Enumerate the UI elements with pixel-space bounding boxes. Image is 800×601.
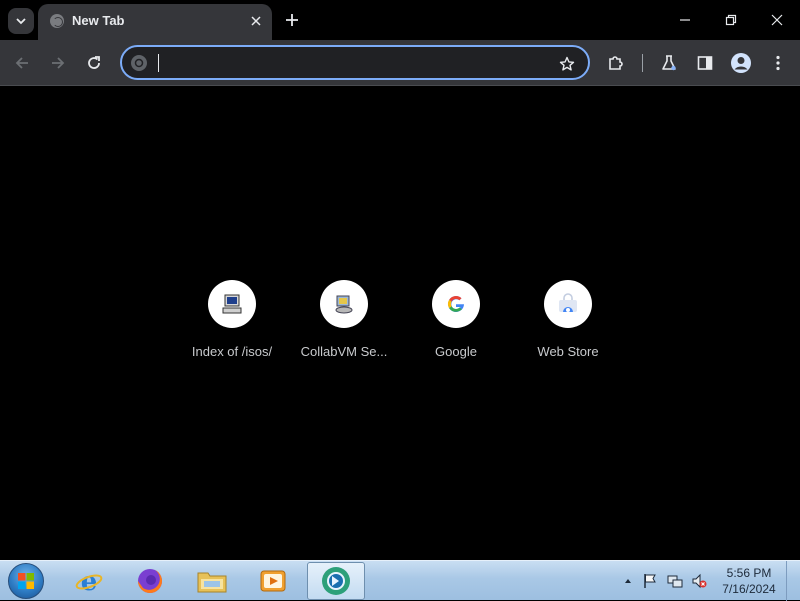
svg-text:e: e: [81, 567, 98, 596]
extensions-button[interactable]: [602, 49, 630, 77]
speaker-muted-icon: [692, 573, 707, 589]
chevron-down-icon: [16, 18, 26, 25]
shortcut-tile[interactable]: Index of /isos/: [176, 277, 288, 367]
close-icon: [251, 16, 261, 26]
address-input[interactable]: [156, 51, 546, 74]
minimize-icon: [680, 19, 690, 21]
close-window-button[interactable]: [754, 0, 800, 40]
action-center-icon[interactable]: [642, 573, 658, 589]
tab-close-button[interactable]: [246, 11, 266, 31]
taskbar: e 5:56 PM 7/16/2024: [0, 560, 800, 601]
chrome-page-icon-glyph: [134, 58, 144, 68]
labs-button[interactable]: [655, 49, 683, 77]
chrome-page-icon: [131, 55, 147, 71]
back-button[interactable]: [8, 49, 36, 77]
avatar-icon: [731, 53, 751, 73]
restore-icon: [725, 14, 737, 26]
show-hidden-icons-button[interactable]: [620, 573, 636, 589]
windows-logo-icon: [8, 563, 44, 599]
puzzle-icon: [609, 56, 623, 70]
tab-title: New Tab: [72, 13, 125, 28]
kebab-menu-icon: [776, 55, 780, 71]
chrome-icon: [322, 567, 350, 595]
taskbar-internet-explorer[interactable]: e: [60, 562, 118, 600]
shortcut-tile[interactable]: Web Store: [512, 277, 624, 367]
clock-time: 5:56 PM: [726, 566, 772, 580]
web-store-icon: [559, 293, 577, 312]
close-icon: [771, 14, 783, 26]
arrow-right-icon: [52, 57, 65, 69]
minimize-button[interactable]: [662, 0, 708, 40]
taskbar-chrome[interactable]: [307, 562, 365, 600]
shortcut-icon-container: [544, 280, 592, 328]
show-desktop-button[interactable]: [786, 561, 800, 601]
profile-button[interactable]: [727, 49, 755, 77]
arrow-left-icon: [15, 57, 28, 69]
system-clock[interactable]: 5:56 PM 7/16/2024: [718, 565, 780, 597]
text-cursor: [158, 54, 159, 72]
menu-button[interactable]: [764, 49, 792, 77]
media-player-icon: [260, 570, 286, 592]
forward-button[interactable]: [44, 49, 72, 77]
start-button[interactable]: [6, 562, 46, 600]
google-g-icon: [448, 296, 464, 313]
clock-date: 7/16/2024: [722, 582, 776, 596]
flask-icon: [662, 55, 676, 71]
firefox-icon: [138, 569, 163, 593]
shortcut-label: Index of /isos/: [191, 344, 273, 359]
internet-explorer-icon: e: [75, 567, 103, 596]
browser-window: New Tab Index of /isos/ CollabVM Se... G…: [0, 0, 800, 560]
new-tab-page: Index of /isos/ CollabVM Se... Google We…: [0, 87, 800, 560]
toolbar-divider: [642, 54, 643, 72]
shortcut-label: Google: [435, 344, 477, 359]
star-icon: [559, 56, 575, 71]
shortcut-label: CollabVM Se...: [300, 344, 388, 359]
volume-muted-icon[interactable]: [691, 573, 707, 589]
restore-button[interactable]: [708, 0, 754, 40]
taskbar-firefox[interactable]: [121, 562, 179, 600]
windows-flag-icon: [18, 573, 34, 589]
address-bar[interactable]: [120, 45, 590, 80]
new-tab-button[interactable]: [280, 8, 304, 32]
taskbar-file-explorer[interactable]: [183, 562, 241, 600]
reload-icon: [88, 56, 100, 69]
shortcut-icon-container: [208, 280, 256, 328]
plus-icon: [286, 14, 298, 26]
globe-icon: [50, 14, 64, 28]
flag-icon: [644, 574, 656, 588]
chevron-up-icon: [625, 579, 631, 583]
tab-new-tab[interactable]: New Tab: [38, 4, 272, 40]
collabvm-icon: [335, 295, 353, 314]
computer-icon: [222, 294, 242, 314]
shortcut-icon-container: [320, 280, 368, 328]
shortcut-tile[interactable]: Google: [400, 277, 512, 367]
side-panel-icon: [697, 56, 713, 70]
browser-toolbar: [0, 40, 800, 86]
network-icon-glyph: [667, 575, 683, 588]
tab-search-button[interactable]: [8, 8, 34, 34]
tab-strip: New Tab: [0, 0, 800, 40]
network-icon[interactable]: [667, 573, 683, 589]
reload-button[interactable]: [80, 49, 108, 77]
file-explorer-icon: [197, 572, 227, 593]
shortcut-label: Web Store: [537, 344, 599, 359]
shortcut-icon-container: [432, 280, 480, 328]
side-panel-button[interactable]: [691, 49, 719, 77]
taskbar-media-player[interactable]: [244, 562, 302, 600]
bookmark-star-button[interactable]: [556, 53, 578, 75]
shortcut-tile[interactable]: CollabVM Se...: [288, 277, 400, 367]
